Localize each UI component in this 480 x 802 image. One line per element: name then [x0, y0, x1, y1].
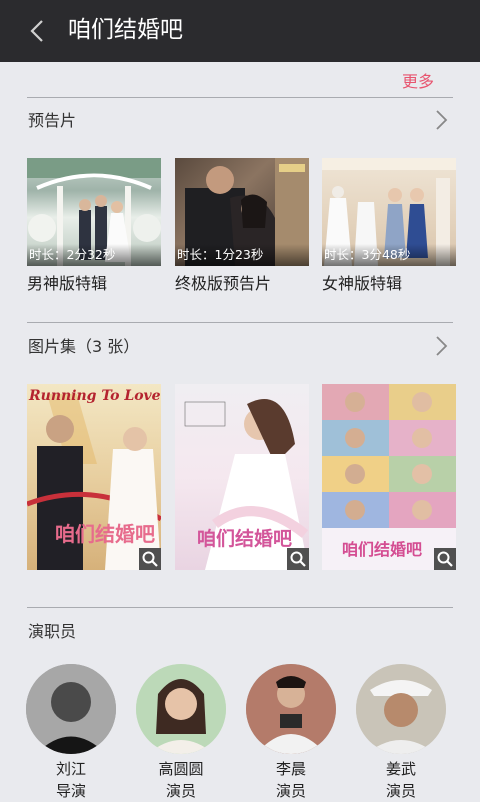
magnify-icon[interactable] — [434, 548, 456, 570]
trailer-name: 女神版特辑 — [322, 274, 403, 293]
trailers-section-title: 预告片 — [28, 111, 77, 130]
gallery-photo[interactable]: Running To Love 咱们结婚吧 — [27, 384, 161, 570]
avatar-photo — [26, 664, 116, 754]
cast-member[interactable]: 李晨 演员 — [245, 664, 337, 802]
chevron-right-icon[interactable] — [432, 108, 450, 132]
gallery-section-title: 图片集（3 张） — [28, 337, 140, 356]
divider — [27, 322, 453, 323]
cast-role: 导演 — [55, 782, 86, 800]
avatar[interactable] — [26, 664, 116, 754]
trailer-thumbnail[interactable]: 时长：2分32秒 — [27, 158, 161, 266]
avatar-photo — [246, 664, 336, 754]
gallery-photo[interactable]: 咱们结婚吧 — [322, 384, 456, 570]
chevron-right-icon[interactable] — [432, 334, 450, 358]
gallery-photo[interactable]: 咱们结婚吧 — [175, 384, 309, 570]
cast-member[interactable]: 姜武 演员 — [355, 664, 447, 802]
page-title: 咱们结婚吧 — [68, 17, 183, 43]
trailer-duration: 时长：1分23秒 — [175, 244, 309, 266]
avatar[interactable] — [246, 664, 336, 754]
cast-member[interactable]: 刘江 导演 — [25, 664, 117, 802]
magnify-icon[interactable] — [287, 548, 309, 570]
cast-name: 刘江 — [55, 760, 86, 778]
back-arrow-icon[interactable] — [26, 18, 50, 44]
divider — [27, 97, 453, 98]
avatar-photo — [136, 664, 226, 754]
avatar-photo — [356, 664, 446, 754]
poster-logo-text: 咱们结婚吧 — [342, 540, 423, 559]
cast-member[interactable]: 高圆圆 演员 — [135, 664, 227, 802]
divider — [27, 607, 453, 608]
trailer-name: 男神版特辑 — [27, 274, 108, 293]
poster-title-text: Running To Love — [29, 388, 161, 404]
cast-name: 李晨 — [275, 760, 306, 778]
cast-name: 姜武 — [385, 760, 416, 778]
trailer-duration: 时长：3分48秒 — [322, 244, 456, 266]
cast-name: 高圆圆 — [158, 760, 204, 778]
avatar[interactable] — [136, 664, 226, 754]
poster-logo-text: 咱们结婚吧 — [55, 522, 155, 546]
trailer-item[interactable]: 时长：2分32秒 男神版特辑 — [27, 158, 161, 296]
trailer-thumbnail[interactable]: 时长：3分48秒 — [322, 158, 456, 266]
trailer-thumbnail[interactable]: 时长：1分23秒 — [175, 158, 309, 266]
cast-role: 演员 — [385, 782, 416, 800]
cast-section-title: 演职员 — [28, 622, 77, 641]
cast-role: 演员 — [275, 782, 306, 800]
trailer-name: 终极版预告片 — [175, 274, 272, 293]
trailer-duration: 时长：2分32秒 — [27, 244, 161, 266]
cast-role: 演员 — [165, 782, 196, 800]
top-bar: 咱们结婚吧 — [0, 0, 480, 62]
trailer-item[interactable]: 时长：1分23秒 终极版预告片 — [175, 158, 309, 296]
more-link[interactable]: 更多 — [402, 68, 434, 92]
magnify-icon[interactable] — [139, 548, 161, 570]
poster-logo-text: 咱们结婚吧 — [197, 528, 293, 550]
trailer-item[interactable]: 时长：3分48秒 女神版特辑 — [322, 158, 456, 296]
avatar[interactable] — [356, 664, 446, 754]
